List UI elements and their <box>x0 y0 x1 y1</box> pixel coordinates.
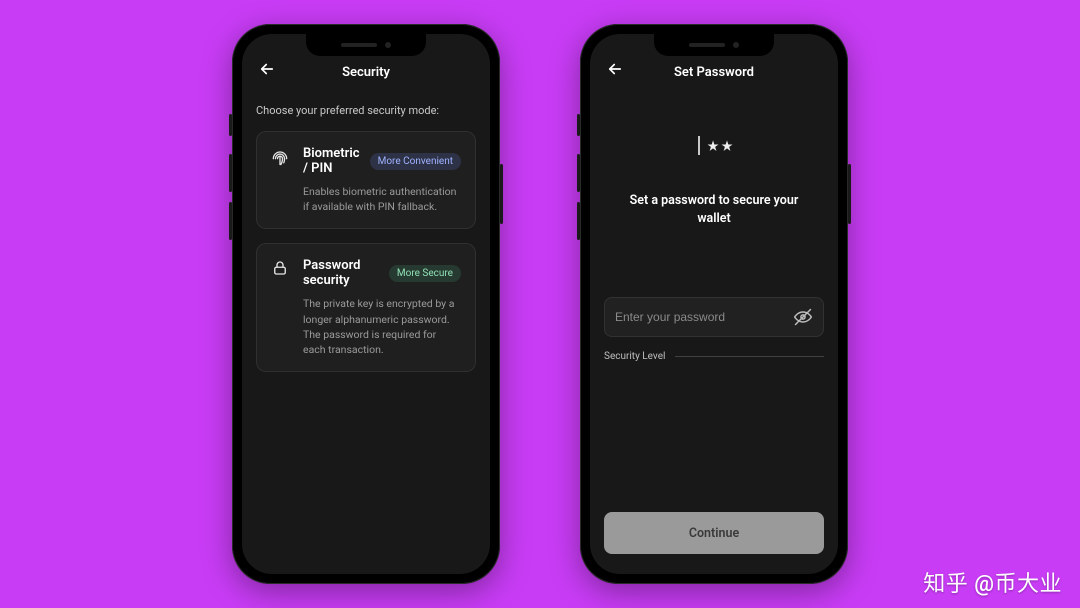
option-description: Enables biometric authentication if avai… <box>303 184 461 214</box>
security-level-row: Security Level <box>604 351 824 362</box>
continue-button[interactable]: Continue <box>604 512 824 554</box>
phone-frame-security: Security Choose your preferred security … <box>232 24 500 584</box>
security-option-biometric[interactable]: Biometric / PIN More Convenient Enables … <box>256 131 476 229</box>
security-level-label: Security Level <box>604 351 665 362</box>
password-input[interactable] <box>615 310 785 324</box>
fingerprint-icon <box>269 146 291 214</box>
password-prompt: Set a password to secure your wallet <box>629 192 799 227</box>
option-title: Biometric / PIN <box>303 146 362 176</box>
security-option-password[interactable]: Password security More Secure The privat… <box>256 243 476 372</box>
back-button[interactable] <box>256 58 278 80</box>
badge-convenient: More Convenient <box>370 153 461 170</box>
lock-icon <box>269 258 291 357</box>
screen-security: Security Choose your preferred security … <box>242 34 490 574</box>
content: |★★ Set a password to secure your wallet… <box>590 88 838 574</box>
page-title: Set Password <box>590 65 838 80</box>
password-input-wrap[interactable] <box>604 297 824 337</box>
screen-set-password: Set Password |★★ Set a password to secur… <box>590 34 838 574</box>
notch <box>306 34 426 56</box>
watermark: 知乎 @币大业 <box>923 566 1062 598</box>
stage: Security Choose your preferred security … <box>0 0 1080 608</box>
toggle-visibility-icon[interactable] <box>793 307 813 327</box>
content: Choose your preferred security mode: Bio… <box>242 88 490 574</box>
option-title: Password security <box>303 258 381 288</box>
badge-secure: More Secure <box>389 265 461 282</box>
phone-frame-set-password: Set Password |★★ Set a password to secur… <box>580 24 848 584</box>
back-button[interactable] <box>604 58 626 80</box>
page-title: Security <box>242 65 490 80</box>
password-mask: |★★ <box>604 132 824 158</box>
option-description: The private key is encrypted by a longer… <box>303 296 461 357</box>
notch <box>654 34 774 56</box>
section-subhead: Choose your preferred security mode: <box>256 104 476 117</box>
security-level-bar <box>675 356 824 357</box>
